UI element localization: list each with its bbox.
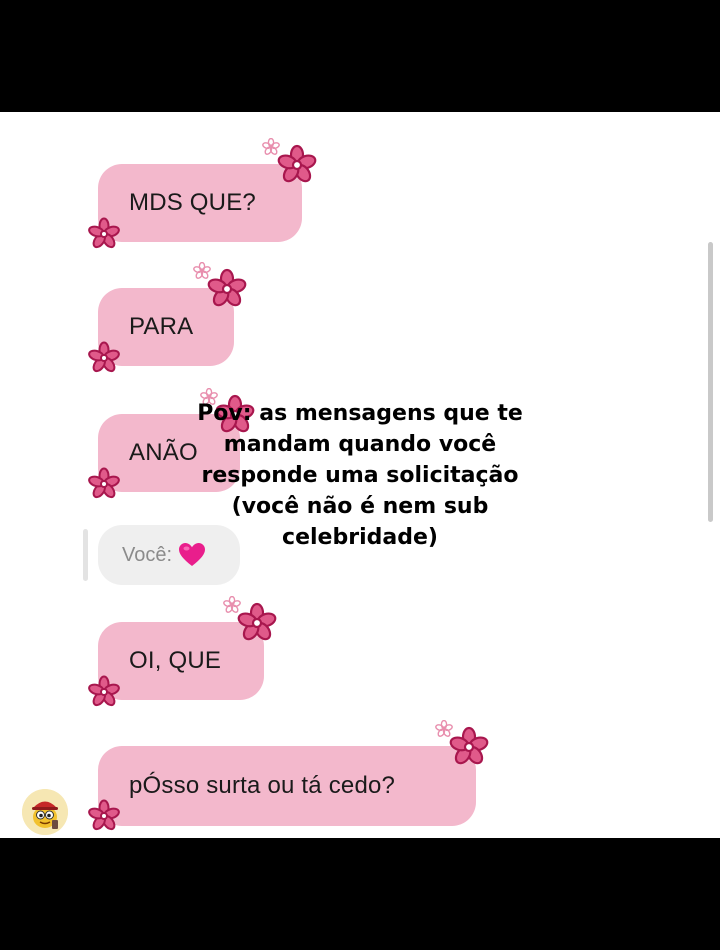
message-bubble[interactable]: pÓsso surta ou tá cedo?	[98, 746, 476, 826]
message-text: ANÃO	[129, 439, 198, 466]
flower-sticker-icon	[207, 268, 247, 307]
scrollbar[interactable]	[708, 242, 713, 522]
message-text: pÓsso surta ou tá cedo?	[129, 772, 396, 799]
flower-sticker-icon	[277, 144, 317, 183]
flower-sticker-icon	[88, 341, 120, 373]
flower-sticker-icon	[88, 799, 120, 831]
message-text: PARA	[129, 313, 194, 340]
message-text: MDS QUE?	[129, 189, 256, 216]
cartoon-avatar-icon	[22, 789, 68, 835]
overlay-caption: Pov: as mensagens que te mandam quando v…	[197, 401, 523, 550]
small-flower-icon	[435, 720, 453, 737]
flower-sticker-icon	[88, 675, 120, 707]
reply-sender-label: Você:	[122, 543, 173, 566]
small-flower-icon	[193, 262, 211, 279]
message-text: OI, QUE	[129, 647, 222, 674]
flower-sticker-icon	[237, 602, 277, 641]
flower-sticker-icon	[88, 217, 120, 249]
sender-avatar[interactable]	[22, 789, 68, 835]
small-flower-icon	[223, 596, 241, 613]
reply-quote-bar	[83, 529, 88, 581]
message-bubble[interactable]: MDS QUE?	[98, 164, 302, 242]
flower-sticker-icon	[88, 467, 120, 499]
small-flower-icon	[262, 138, 280, 155]
flower-sticker-icon	[449, 726, 489, 765]
